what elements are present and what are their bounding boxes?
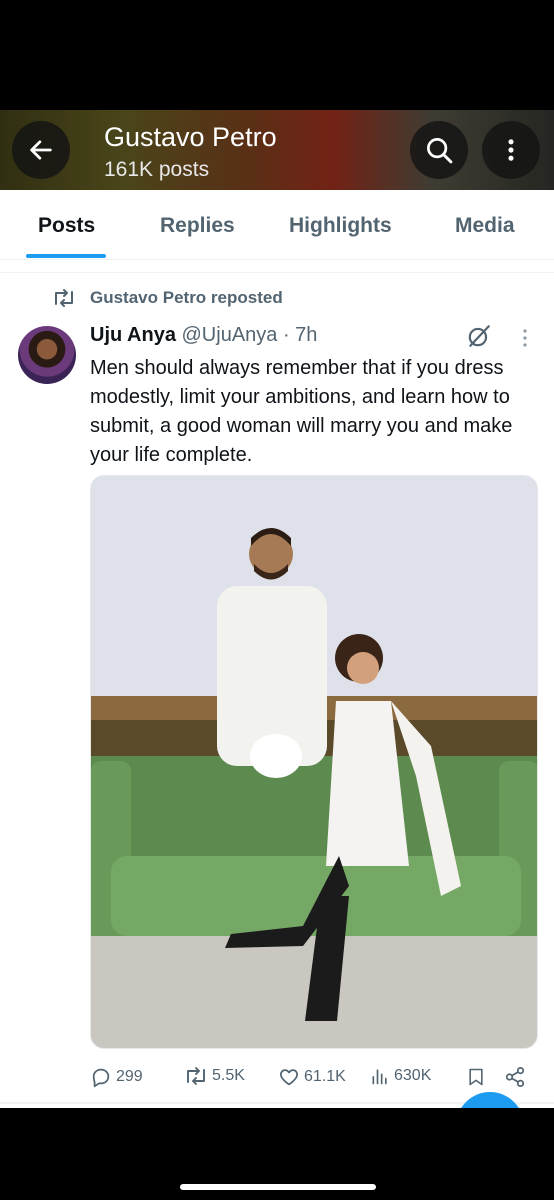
home-indicator[interactable] (180, 1184, 376, 1190)
search-button[interactable] (410, 121, 468, 179)
status-bar-area (0, 0, 554, 110)
author-name: Uju Anya (90, 324, 176, 346)
active-tab-indicator (26, 254, 106, 258)
reply-icon (92, 1068, 110, 1088)
arrow-left-icon (30, 140, 52, 160)
reply-count: 299 (116, 1068, 143, 1085)
back-button[interactable] (12, 121, 70, 179)
more-vertical-icon (508, 139, 514, 161)
more-button[interactable] (482, 121, 540, 179)
views-count: 630K (394, 1067, 432, 1084)
like-button[interactable]: 61.1K (278, 1066, 346, 1088)
like-count: 61.1K (304, 1068, 346, 1085)
more-options-icon[interactable] (518, 327, 532, 349)
profile-header: Gustavo Petro 161K posts (0, 110, 554, 190)
compose-button[interactable] (456, 1092, 524, 1108)
share-icon (505, 1066, 525, 1088)
post-text: Men should always remember that if you d… (90, 357, 513, 466)
bookmark-button[interactable] (466, 1066, 486, 1088)
tab-posts[interactable]: Posts (38, 214, 95, 238)
repost-icon (55, 289, 73, 307)
timeline: Posts Replies Highlights Media Gustavo P… (0, 190, 554, 1108)
tab-highlights[interactable]: Highlights (289, 214, 392, 238)
repost-count: 5.5K (212, 1067, 245, 1084)
post-actions: 299 5.5K 61.1K 630K (0, 1064, 554, 1094)
post-photo[interactable] (90, 475, 538, 1049)
tab-replies[interactable]: Replies (160, 214, 235, 238)
share-button[interactable] (504, 1066, 526, 1088)
divider (0, 272, 554, 273)
tab-media[interactable]: Media (455, 214, 515, 238)
photo-illustration (91, 476, 537, 1048)
heart-icon (280, 1069, 298, 1086)
repost-context[interactable]: Gustavo Petro reposted (52, 288, 283, 308)
profile-tabs: Posts Replies Highlights Media (0, 190, 554, 260)
views-chart-icon (372, 1069, 387, 1085)
post-count: 161K posts (104, 158, 210, 181)
bookmark-icon (469, 1068, 483, 1086)
author-meta: @UjuAnya · 7h (181, 324, 318, 346)
post-author[interactable]: Uju Anya @UjuAnya · 7h (90, 324, 317, 347)
repost-button[interactable]: 5.5K (184, 1066, 245, 1086)
profile-name: Gustavo Petro (104, 122, 277, 152)
search-icon (427, 138, 453, 164)
grok-icon[interactable] (466, 323, 492, 349)
repost-label: Gustavo Petro reposted (90, 288, 283, 307)
views-button[interactable]: 630K (370, 1066, 431, 1086)
avatar[interactable] (18, 326, 76, 384)
reply-button[interactable]: 299 (90, 1066, 143, 1088)
repost-icon (187, 1067, 205, 1085)
